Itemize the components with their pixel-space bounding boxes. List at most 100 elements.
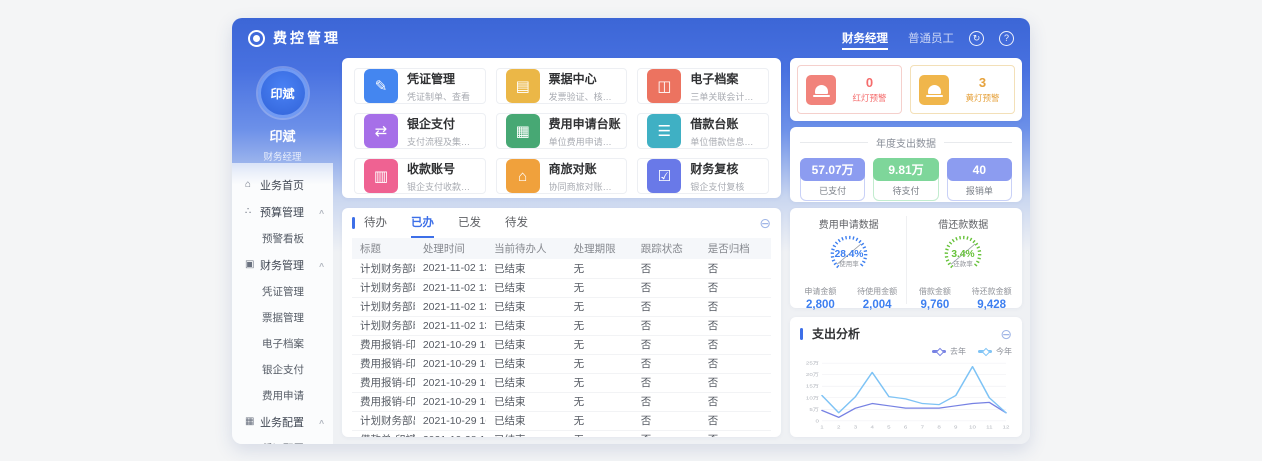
tile[interactable]: ☰ 借款台账单位借款信息管理: [637, 113, 769, 149]
table-cell: 否: [699, 354, 771, 374]
menu-item[interactable]: ▦ 业务配置 ∧: [232, 408, 333, 435]
tile-title: 票据中心: [548, 71, 597, 86]
tile[interactable]: ▥ 收款账号银企支付收款账号维护: [354, 158, 486, 194]
table-row[interactable]: 借款单-印斌-20...2021-10-28 15:52:00已结束无否否: [352, 430, 771, 437]
table-cell: 已结束: [486, 278, 566, 298]
table-row[interactable]: 计划财务部印...2021-11-02 13:50:38已结束无否否: [352, 278, 771, 298]
table-cell: 已结束: [486, 316, 566, 336]
tile[interactable]: ▦费用申请台账单位费用申请信息管理: [495, 113, 628, 149]
role-link[interactable]: 财务经理: [842, 33, 888, 50]
table-row[interactable]: 费用报销-印斌-...2021-10-29 16:21:14已结束无否否: [352, 392, 771, 412]
table-cell: 2021-11-02 13:50:19: [414, 297, 487, 317]
tile[interactable]: ⌂ 商旅对账协同商旅对账单明细: [495, 158, 628, 194]
table-row[interactable]: 计划财务部出...2021-10-29 16:14:58已结束无否否: [352, 411, 771, 431]
alert-text: 0 红灯预警: [844, 75, 895, 104]
chart-legend: 去年 今年: [800, 346, 1012, 357]
table-cell: 无: [565, 354, 633, 374]
legend-item[interactable]: 去年: [932, 346, 966, 357]
tile-subtitle: 单位借款信息管理: [690, 136, 759, 147]
submenu-item[interactable]: 凭证管理: [232, 278, 333, 304]
table-cell: 已结束: [486, 259, 566, 279]
home-icon: ⌂: [245, 179, 252, 190]
tab[interactable]: 待办: [364, 208, 387, 238]
submenu-item[interactable]: 凭证配置: [232, 435, 333, 445]
tile-subtitle: 银企支付收款账号维护: [407, 181, 476, 192]
tile[interactable]: ✎ 凭证管理 凭证制单、查看: [354, 68, 486, 104]
table-row[interactable]: 计划财务部印...2021-11-02 13:50:47已结束无否否: [352, 259, 771, 279]
tab[interactable]: 已办: [411, 208, 434, 238]
table-row[interactable]: 费用报销-印斌-...2021-10-29 16:21:35已结束无否否: [352, 354, 771, 374]
gauge-metric-label: 借款金额: [918, 287, 951, 296]
alert-box[interactable]: 0 红灯预警: [797, 65, 902, 114]
svg-text:10: 10: [969, 425, 976, 430]
submenu-item[interactable]: 电子档案: [232, 330, 333, 356]
collapse-icon[interactable]: ⊖: [1000, 327, 1012, 341]
table-cell: 2021-11-02 13:50:38: [414, 278, 487, 298]
help-icon[interactable]: ?: [999, 30, 1014, 46]
table-cell: 否: [699, 335, 771, 355]
alert-text: 3 黄灯预警: [957, 75, 1008, 104]
loan-ledger-icon: ☰: [647, 114, 682, 148]
tile-subtitle: 凭证制单、查看: [407, 91, 471, 102]
expense-ledger-icon: ▦: [505, 114, 540, 148]
menu-item-label: 票据管理: [262, 311, 304, 324]
menu-item[interactable]: ∴ 预算管理 ∧: [232, 198, 333, 225]
table-header-cell: 处理时间: [414, 238, 487, 259]
table-cell: 否: [699, 259, 771, 279]
menu-item[interactable]: ▣ 财务管理 ∧: [232, 251, 333, 278]
menu-item-label: 费用申请: [262, 389, 304, 402]
role-link[interactable]: 普通员工: [908, 33, 954, 45]
tile[interactable]: ▤ 票据中心发票验证、核票、查询: [495, 68, 628, 104]
gauge-metric-value: 9,760: [920, 299, 950, 311]
tile[interactable]: ◫电子档案三单关联会计票凭证档案查看: [637, 68, 769, 104]
gauge-metrics: 借款金额 9,760 待还款金额 9,428: [907, 286, 1021, 311]
finance-review-icon: ☑: [647, 159, 682, 193]
tab[interactable]: 待发: [505, 208, 528, 238]
tile-text: 电子档案三单关联会计票凭证档案查看: [690, 70, 759, 103]
alert-box[interactable]: 3 黄灯预警: [910, 65, 1015, 114]
table-cell: 否: [699, 392, 771, 412]
table-header-cell: 跟踪状态: [632, 238, 700, 259]
table-cell: 无: [565, 259, 633, 279]
gauge-title: 费用申请数据: [818, 220, 879, 231]
table-cell: 已结束: [486, 430, 566, 437]
table-row[interactable]: 费用报销-印斌-...2021-10-29 16:21:21已结束无否否: [352, 373, 771, 393]
user-role: 财务经理: [263, 152, 302, 163]
tile-text: 凭证管理 凭证制单、查看: [407, 70, 470, 103]
gauge-metric-value: 2,800: [805, 299, 835, 311]
table-cell: 计划财务部印...: [352, 278, 415, 298]
table-cell: 已结束: [486, 354, 566, 374]
tile[interactable]: ⇄ 银企支付支付流程及集成数据付款: [354, 113, 486, 149]
menu-item-label: 凭证管理: [262, 285, 304, 298]
gauge-metric-value: 9,428: [977, 299, 1007, 311]
table-cell: 否: [632, 316, 700, 336]
table-cell: 否: [632, 259, 700, 279]
submenu-item[interactable]: 银企支付: [232, 356, 333, 382]
annual-title: 年度支出数据: [800, 135, 1012, 150]
logout-icon[interactable]: ↻: [969, 30, 984, 46]
legend-item[interactable]: 今年: [978, 346, 1012, 357]
menu-item-label: 凭证配置: [262, 441, 304, 445]
svg-text:3: 3: [854, 425, 857, 430]
submenu-item[interactable]: 预警看板: [232, 225, 333, 251]
collapse-icon[interactable]: ⊖: [759, 216, 771, 230]
app-tiles-panel: ✎凭证管理凭证制单、查看▤票据中心发票验证、核票、查询◫电子档案三单关联会计票凭…: [342, 58, 781, 198]
tile[interactable]: ☑ 财务复核 银企支付复核: [637, 158, 769, 194]
menu-item[interactable]: ⌂ 业务首页: [232, 171, 333, 198]
svg-text:5万: 5万: [809, 407, 819, 413]
stat-label: 报销单: [965, 186, 993, 196]
table-cell: 已结束: [486, 297, 566, 317]
svg-text:1: 1: [820, 425, 823, 430]
tab[interactable]: 已发: [458, 208, 481, 238]
legend-label: 今年: [996, 347, 1012, 356]
submenu-item[interactable]: 费用申请: [232, 382, 333, 408]
submenu-item[interactable]: 票据管理: [232, 304, 333, 330]
table-row[interactable]: 费用报销-印斌-...2021-10-29 16:21:42已结束无否否: [352, 335, 771, 355]
table-row[interactable]: 计划财务部印...2021-11-02 13:50:19已结束无否否: [352, 297, 771, 317]
stat-label: 已支付: [819, 186, 847, 196]
tile-text: 票据中心发票验证、核票、查询: [549, 70, 618, 103]
tile-title: 借款台账: [690, 116, 739, 131]
tile-text: 财务复核 银企支付复核: [690, 160, 744, 193]
table-row[interactable]: 计划财务部印...2021-11-02 13:49:28已结束无否否: [352, 316, 771, 336]
stat-pill: 9.81万 待支付: [873, 158, 939, 201]
